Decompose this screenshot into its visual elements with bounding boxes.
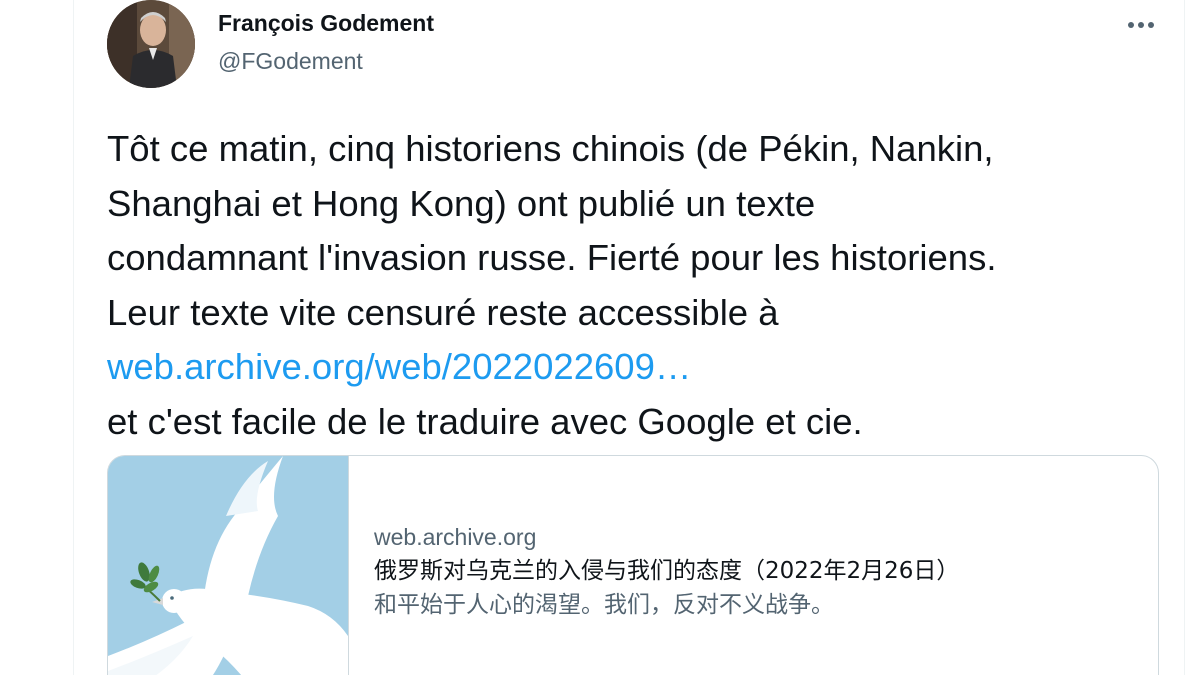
link-preview-title: 俄罗斯对乌克兰的入侵与我们的态度（2022年2月26日） (374, 558, 960, 584)
avatar-photo (107, 0, 195, 88)
archive-link[interactable]: web.archive.org/web/2022022609… (107, 346, 691, 387)
author-handle[interactable]: @FGodement (218, 48, 363, 75)
link-preview-image (108, 456, 349, 675)
tweet-text: Tôt ce matin, cinq historiens chinois (d… (107, 122, 1177, 449)
more-options-icon (1128, 22, 1154, 28)
author-name[interactable]: François Godement (218, 10, 434, 37)
author-avatar[interactable] (107, 0, 195, 88)
tweet-text-line: condamnant l'invasion russe. Fierté pour… (107, 237, 997, 278)
tweet-text-line: Shanghai et Hong Kong) ont publié un tex… (107, 182, 816, 224)
tweet-text-line: Tôt ce matin, cinq historiens chinois (d… (107, 128, 994, 169)
dove-icon (108, 456, 348, 675)
link-preview-description: 和平始于人心的渴望。我们，反对不义战争。 (374, 592, 834, 618)
link-preview-text: web.archive.org 俄罗斯对乌克兰的入侵与我们的态度（2022年2月… (374, 520, 1134, 622)
tweet-text-line: et c'est facile de le traduire avec Goog… (107, 400, 863, 442)
more-options-button[interactable] (1119, 8, 1163, 42)
tweet-text-line: Leur texte vite censuré reste accessible… (107, 291, 779, 333)
link-preview-domain: web.archive.org (374, 524, 537, 550)
link-preview-card[interactable]: web.archive.org 俄罗斯对乌克兰的入侵与我们的态度（2022年2月… (107, 455, 1159, 675)
